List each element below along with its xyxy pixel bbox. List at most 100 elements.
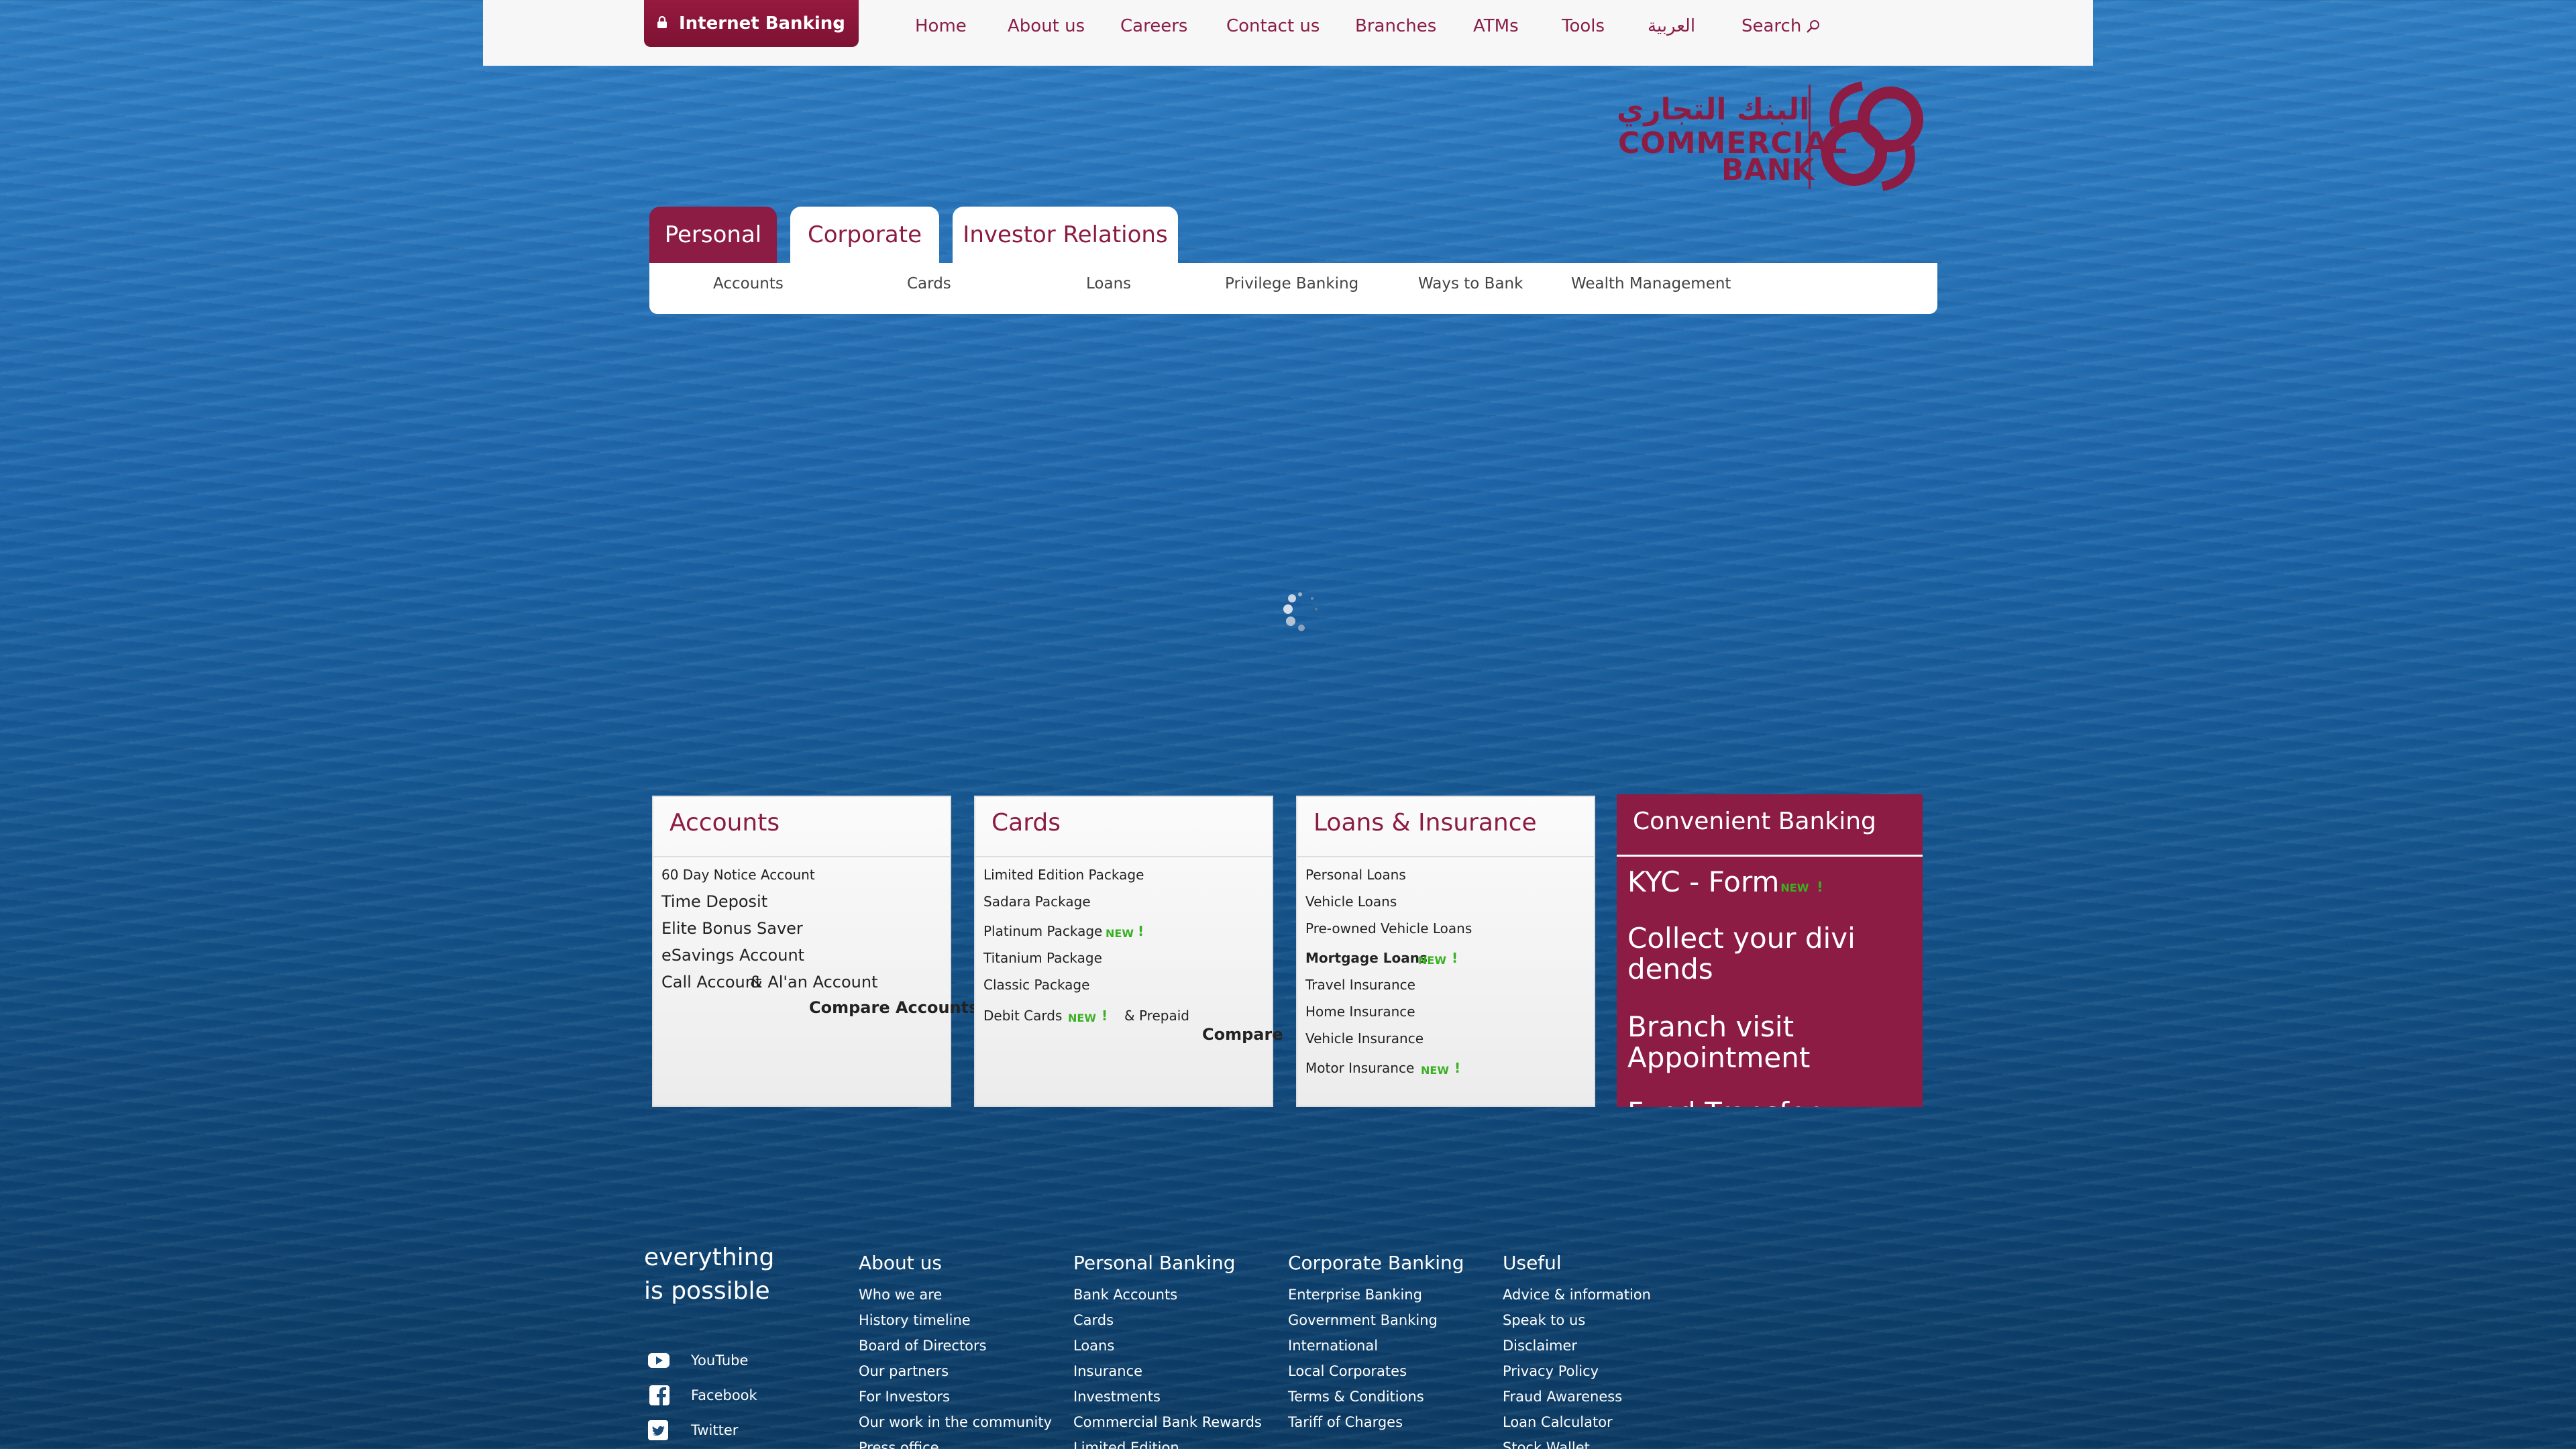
nav-contact-us[interactable]: Contact us [1226,16,1320,36]
compare-cards-link[interactable]: Compare [1202,1025,1283,1044]
link-mortgage-loans[interactable]: Mortgage Loans [1305,950,1428,966]
link-platinum-package[interactable]: Platinum Package [983,923,1102,939]
tagline-line-2: is possible [644,1277,770,1305]
link-vehicle-insurance[interactable]: Vehicle Insurance [1305,1030,1424,1046]
footer-link[interactable]: Insurance [1073,1363,1142,1379]
cards-box-title: Cards [991,809,1061,837]
chevron-down-icon: ⌄ [833,13,847,32]
new-badge: NEW [1068,1012,1096,1024]
box-divider [1297,856,1594,857]
footer-link[interactable]: Our partners [859,1363,949,1379]
kyc-form-label: KYC - Form [1627,865,1780,898]
social-youtube[interactable]: YouTube [647,1350,748,1371]
link-motor-insurance[interactable]: Motor Insurance [1305,1060,1414,1076]
footer-link[interactable]: Local Corporates [1288,1363,1407,1379]
youtube-label: YouTube [691,1352,749,1368]
footer-link[interactable]: Fraud Awareness [1503,1389,1622,1405]
new-badge: NEW [1106,927,1134,940]
nav-careers[interactable]: Careers [1120,16,1187,36]
fund-transfer-link[interactable]: Fund Transfer [1627,1097,1909,1108]
footer-useful-title: Useful [1503,1252,1562,1274]
link-titanium-package[interactable]: Titanium Package [983,950,1102,966]
footer-about-title: About us [859,1252,943,1274]
footer-link[interactable]: Privacy Policy [1503,1363,1599,1379]
search-icon [1807,20,1820,33]
link-esavings-account[interactable]: eSavings Account [661,946,804,965]
new-badge: NEW [1780,881,1809,894]
branch-visit-appointment-link[interactable]: Branch visit Appointment [1627,1012,1909,1073]
compare-accounts-link[interactable]: Compare Accounts [809,998,978,1017]
nav-arabic[interactable]: العربية [1648,16,1695,36]
footer-link[interactable]: Government Banking [1288,1312,1438,1328]
panel-divider [1617,855,1923,857]
footer-link[interactable]: Speak to us [1503,1312,1585,1328]
footer-link[interactable]: Investments [1073,1389,1161,1405]
link-time-deposit[interactable]: Time Deposit [661,892,767,911]
footer-link[interactable]: Board of Directors [859,1338,987,1354]
nav-tools[interactable]: Tools [1562,16,1605,36]
link-debit-cards[interactable]: Debit Cards [983,1008,1062,1024]
link-travel-insurance[interactable]: Travel Insurance [1305,977,1415,993]
link-elite-bonus-saver[interactable]: Elite Bonus Saver [661,919,803,938]
kyc-form-link[interactable]: KYC - Form NEW! [1627,867,1909,904]
footer-link[interactable]: Commercial Bank Rewards [1073,1414,1262,1430]
footer-link[interactable]: Advice & information [1503,1287,1651,1303]
link-60-day-notice-account[interactable]: 60 Day Notice Account [661,867,815,883]
tab-investor-relations[interactable]: Investor Relations [953,207,1178,263]
footer-link[interactable]: Who we are [859,1287,942,1303]
footer-link[interactable]: Disclaimer [1503,1338,1577,1354]
footer-link[interactable]: History timeline [859,1312,971,1328]
footer-link[interactable]: Cards [1073,1312,1114,1328]
subnav-privilege-banking[interactable]: Privilege Banking [1225,275,1358,292]
accounts-box-title: Accounts [669,809,780,837]
link-sadara-package[interactable]: Sadara Package [983,894,1091,910]
footer-link[interactable]: Loan Calculator [1503,1414,1613,1430]
youtube-icon [648,1353,669,1368]
footer-link[interactable]: Enterprise Banking [1288,1287,1422,1303]
link-alan-account[interactable]: & Al'an Account [750,973,877,991]
logo-text-bank: BANK [1721,153,1815,187]
tab-corporate[interactable]: Corporate [790,207,939,263]
convenient-banking-title: Convenient Banking [1633,808,1876,835]
footer-link[interactable]: For Investors [859,1389,950,1405]
exclamation-icon: ! [1452,950,1458,966]
footer-link[interactable]: Loans [1073,1338,1114,1354]
link-vehicle-loans[interactable]: Vehicle Loans [1305,894,1397,910]
lock-icon [657,16,667,28]
social-twitter[interactable]: Twitter [647,1419,738,1441]
footer-link[interactable]: Bank Accounts [1073,1287,1177,1303]
exclamation-icon: ! [1817,879,1823,895]
footer-link[interactable]: Tariff of Charges [1288,1414,1403,1430]
nav-home[interactable]: Home [915,16,967,36]
social-facebook[interactable]: Facebook [647,1385,757,1406]
footer-personal-title: Personal Banking [1073,1252,1236,1274]
subnav-cards[interactable]: Cards [907,275,951,292]
nav-search[interactable]: Search [1741,16,1821,36]
link-classic-package[interactable]: Classic Package [983,977,1089,993]
nav-about-us[interactable]: About us [1008,16,1085,36]
footer-link[interactable]: International [1288,1338,1378,1354]
nav-atms[interactable]: ATMs [1473,16,1519,36]
internet-banking-button[interactable]: Internet Banking ⌄ [644,0,859,47]
collect-dividends-link[interactable]: Collect your divi dends [1627,923,1909,985]
subnav-ways-to-bank[interactable]: Ways to Bank [1418,275,1523,292]
subnav-loans[interactable]: Loans [1086,275,1131,292]
link-prepaid[interactable]: & Prepaid [1124,1008,1189,1024]
tab-personal[interactable]: Personal [649,207,777,263]
footer-link[interactable]: Our work in the community [859,1414,1052,1430]
link-home-insurance[interactable]: Home Insurance [1305,1004,1415,1020]
loans-box-title: Loans & Insurance [1313,809,1537,837]
exclamation-icon: ! [1102,1008,1108,1024]
footer-link[interactable]: Limited Edition [1073,1440,1179,1449]
link-personal-loans[interactable]: Personal Loans [1305,867,1406,883]
footer-link[interactable]: Terms & Conditions [1288,1389,1424,1405]
footer-link[interactable]: Press office [859,1440,939,1449]
footer-link[interactable]: Stock Wallet [1503,1440,1590,1449]
footer-tagline: everything is possible [644,1241,774,1308]
subnav-wealth-management[interactable]: Wealth Management [1571,275,1731,292]
link-limited-edition-package[interactable]: Limited Edition Package [983,867,1144,883]
nav-branches[interactable]: Branches [1355,16,1436,36]
link-pre-owned-vehicle-loans[interactable]: Pre-owned Vehicle Loans [1305,920,1472,936]
link-call-account[interactable]: Call Account [661,973,761,991]
subnav-accounts[interactable]: Accounts [713,275,784,292]
